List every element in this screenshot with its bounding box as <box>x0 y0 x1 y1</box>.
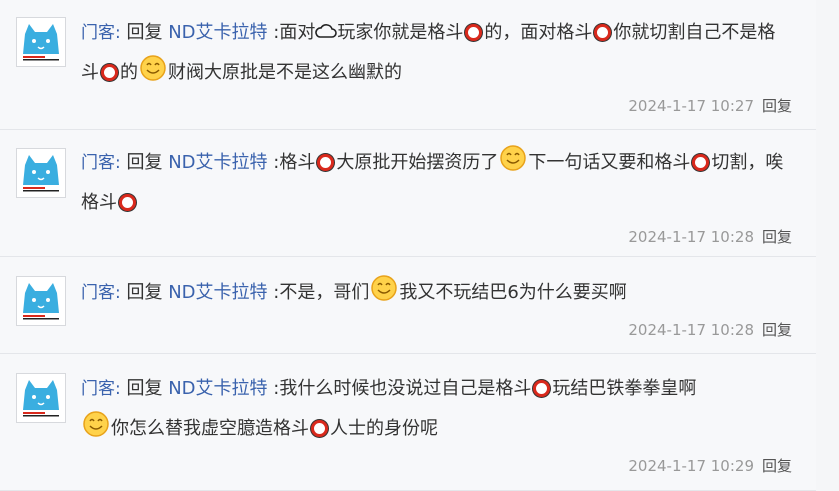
reply-username[interactable]: 门客: <box>81 379 121 399</box>
reply-text: 的 <box>120 62 138 83</box>
reply-username[interactable]: 门客: <box>81 23 121 43</box>
reply-keyword: 回复 <box>126 378 163 399</box>
reply-meta: 2024-1-17 10:28 回复 <box>628 226 792 247</box>
reply-username[interactable]: 门客: <box>81 153 121 173</box>
reply-keyword: 回复 <box>126 152 163 173</box>
reply-text: 我什么时候也没说过自己是格斗 <box>279 378 532 399</box>
reply-text: 的，面对格斗 <box>484 22 593 43</box>
blue-cat-avatar-icon <box>19 376 63 420</box>
blue-cat-avatar-icon <box>19 151 63 195</box>
reply-text: 财阀大原批是不是这么幽默的 <box>168 62 402 83</box>
reply-content: 门客: 回复 ND艾卡拉特 :我什么时候也没说过自己是格斗 玩结巴铁拳拳皇啊 你怎么… <box>81 369 792 449</box>
reply-content: 门客: 回复 ND艾卡拉特 :格斗 大原批开始摆资历了 下一句话又要和格斗 切割，唉格… <box>81 143 792 223</box>
reply-text: 下一句话又要和格斗 <box>528 152 691 173</box>
reply-timestamp: 2024-1-17 10:28 <box>628 321 754 339</box>
avatar[interactable] <box>16 148 66 198</box>
reply-button[interactable]: 回复 <box>762 457 792 475</box>
reply-text: 玩家你就是格斗 <box>337 22 464 43</box>
red-circle-emoji-icon <box>119 194 136 211</box>
reply-timestamp: 2024-1-17 10:27 <box>628 97 754 115</box>
smile-emoji-icon <box>83 411 109 437</box>
reply-item: 门客: 回复 ND艾卡拉特 :面对 玩家你就是格斗 的，面对格斗 你就切割自己不是格斗… <box>0 0 816 130</box>
reply-text: 玩结巴铁拳拳皇啊 <box>552 378 697 399</box>
reply-text: 你怎么替我虚空臆造格斗 <box>111 418 309 439</box>
reply-timestamp: 2024-1-17 10:29 <box>628 457 754 475</box>
blue-cat-avatar-icon <box>19 279 63 323</box>
smile-emoji-icon <box>500 145 527 171</box>
reply-text: 格斗 <box>279 152 316 173</box>
cloud-icon <box>315 24 338 38</box>
red-circle-emoji-icon <box>692 154 710 171</box>
red-circle-emoji-icon <box>594 24 612 41</box>
reply-username[interactable]: 门客: <box>81 283 121 303</box>
reply-button[interactable]: 回复 <box>762 321 792 339</box>
reply-timestamp: 2024-1-17 10:28 <box>628 228 754 246</box>
reply-item: 门客: 回复 ND艾卡拉特 :不是，哥们 我又不玩结巴6为什么要买啊 2024-1… <box>0 257 816 354</box>
reply-button[interactable]: 回复 <box>762 228 792 246</box>
avatar[interactable] <box>16 373 66 423</box>
reply-text: 我又不玩结巴6为什么要买啊 <box>399 282 627 303</box>
reply-text: 人士的身份呢 <box>330 418 438 439</box>
red-circle-emoji-icon <box>311 420 328 437</box>
blue-cat-avatar-icon <box>19 20 63 64</box>
avatar[interactable] <box>16 17 66 67</box>
reply-target-user[interactable]: ND艾卡拉特 <box>168 152 267 173</box>
reply-meta: 2024-1-17 10:27 回复 <box>628 95 792 116</box>
reply-content: 门客: 回复 ND艾卡拉特 :面对 玩家你就是格斗 的，面对格斗 你就切割自己不是格斗… <box>81 13 792 93</box>
avatar[interactable] <box>16 276 66 326</box>
reply-list: 门客: 回复 ND艾卡拉特 :面对 玩家你就是格斗 的，面对格斗 你就切割自己不是格斗… <box>0 0 816 491</box>
red-circle-emoji-icon <box>101 64 118 81</box>
red-circle-emoji-icon <box>465 24 483 41</box>
reply-keyword: 回复 <box>126 282 163 303</box>
reply-target-user[interactable]: ND艾卡拉特 <box>168 22 267 43</box>
reply-target-user[interactable]: ND艾卡拉特 <box>168 282 267 303</box>
reply-button[interactable]: 回复 <box>762 97 792 115</box>
reply-content: 门客: 回复 ND艾卡拉特 :不是，哥们 我又不玩结巴6为什么要买啊 <box>81 273 792 313</box>
reply-text: 面对 <box>279 22 316 43</box>
reply-item: 门客: 回复 ND艾卡拉特 :格斗 大原批开始摆资历了 下一句话又要和格斗 切割，唉格… <box>0 130 816 257</box>
reply-text: 大原批开始摆资历了 <box>336 152 499 173</box>
reply-target-user[interactable]: ND艾卡拉特 <box>168 378 267 399</box>
reply-text: 不是，哥们 <box>279 282 370 303</box>
reply-keyword: 回复 <box>126 22 163 43</box>
reply-item: 门客: 回复 ND艾卡拉特 :我什么时候也没说过自己是格斗 玩结巴铁拳拳皇啊 你怎么… <box>0 354 816 491</box>
red-circle-emoji-icon <box>533 380 551 397</box>
smile-emoji-icon <box>371 275 398 301</box>
reply-meta: 2024-1-17 10:28 回复 <box>628 319 792 340</box>
reply-meta: 2024-1-17 10:29 回复 <box>628 455 792 476</box>
red-circle-emoji-icon <box>317 154 335 171</box>
smile-emoji-icon <box>140 55 166 81</box>
